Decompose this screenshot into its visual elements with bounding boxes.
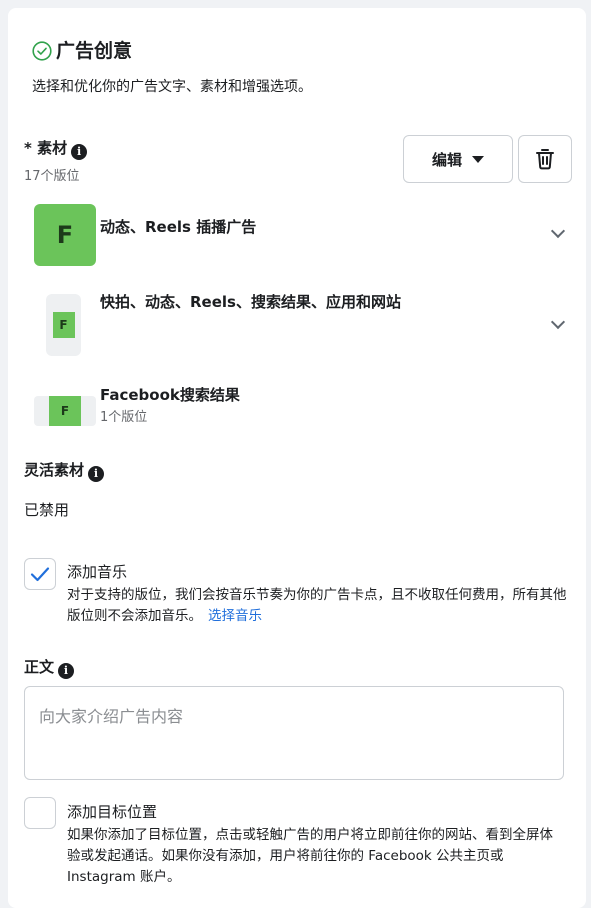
- creative-item-title: 快拍、动态、Reels、搜索结果、应用和网站: [100, 293, 401, 311]
- creative-thumbnail-stories: F: [46, 294, 81, 356]
- music-checkbox[interactable]: [24, 558, 56, 590]
- delete-button[interactable]: [518, 135, 572, 183]
- music-description: 对于支持的版位，我们会按音乐节奏为你的广告卡点，且不收取任何费用，所有其他版位则…: [67, 585, 567, 627]
- checkmark-icon: [30, 567, 50, 582]
- creative-label-row: * 素材 i: [24, 138, 88, 160]
- placements-count: 17个版位: [24, 169, 80, 184]
- creative-item-sub: 1个版位: [100, 410, 148, 425]
- trash-icon: [536, 149, 554, 170]
- ad-creative-card: 广告创意 选择和优化你的广告文字、素材和增强选项。 * 素材 i 17个版位 编辑…: [8, 8, 586, 908]
- info-icon[interactable]: i: [58, 663, 75, 679]
- creative-thumbnail-search: F: [34, 396, 96, 426]
- creative-label: * 素材: [24, 139, 68, 157]
- thumb-letter: F: [49, 396, 81, 426]
- body-text-label: 正文: [24, 658, 55, 676]
- chevron-down-icon[interactable]: [550, 314, 566, 330]
- destination-label: 添加目标位置: [67, 803, 158, 821]
- creative-item-title: 动态、Reels 插播广告: [100, 218, 257, 236]
- choose-music-link[interactable]: 选择音乐: [208, 608, 262, 624]
- section-title: 广告创意: [56, 40, 133, 62]
- flexible-label-row: 灵活素材 i: [24, 460, 105, 482]
- section-subtitle: 选择和优化你的广告文字、素材和增强选项。: [32, 79, 312, 95]
- info-icon[interactable]: i: [88, 466, 105, 482]
- music-label: 添加音乐: [67, 563, 128, 581]
- body-text-label-row: 正文 i: [24, 657, 75, 679]
- thumb-letter: F: [52, 312, 75, 338]
- destination-description: 如果你添加了目标位置，点击或轻触广告的用户将立即前往你的网站、看到全屏体验或发起…: [67, 827, 553, 885]
- edit-dropdown-button[interactable]: 编辑: [403, 135, 513, 183]
- music-desc-text: 对于支持的版位，我们会按音乐节奏为你的广告卡点，且不收取任何费用，所有其他版位则…: [67, 587, 567, 624]
- caret-down-icon: [472, 155, 484, 163]
- creative-item-title: Facebook搜索结果: [100, 386, 240, 404]
- edit-button-label: 编辑: [431, 150, 462, 169]
- creative-thumbnail-feed: F: [34, 204, 96, 266]
- destination-checkbox[interactable]: [24, 797, 56, 829]
- chevron-down-icon[interactable]: [550, 223, 566, 239]
- flexible-label: 灵活素材: [24, 461, 85, 479]
- body-text-input[interactable]: 向大家介绍广告内容: [24, 686, 564, 780]
- flexible-status: 已禁用: [24, 501, 70, 519]
- check-circle-icon: [32, 41, 52, 61]
- info-icon[interactable]: i: [71, 144, 88, 160]
